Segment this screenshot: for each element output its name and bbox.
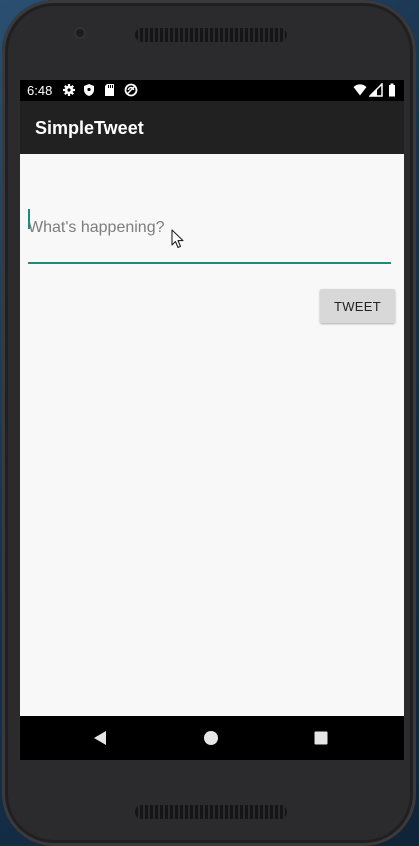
mouse-pointer-icon (171, 229, 184, 249)
bottom-speaker-grille (135, 805, 287, 819)
nav-home-button[interactable] (181, 716, 241, 760)
app-toolbar: SimpleTweet (20, 101, 404, 154)
tweet-button[interactable]: TWEET (320, 289, 395, 323)
status-bar: 6:48 (20, 80, 404, 101)
system-navigation-bar (20, 716, 404, 760)
wifi-icon (353, 84, 367, 96)
battery-icon (389, 83, 395, 97)
sync-icon (124, 83, 138, 97)
nav-recents-button[interactable] (291, 716, 351, 760)
status-time: 6:48 (27, 83, 53, 98)
phone-screen: 6:48 SimpleTweet What's happening? TWEET (20, 80, 404, 760)
nav-back-button[interactable] (70, 716, 130, 760)
front-camera (74, 27, 86, 39)
compose-screen: TWEET (20, 154, 404, 716)
sd-card-icon (105, 84, 114, 96)
phone-frame: 6:48 SimpleTweet What's happening? TWEET (2, 0, 416, 846)
home-icon (204, 731, 218, 745)
signal-icon (369, 83, 383, 97)
text-caret (28, 209, 30, 229)
settings-icon (63, 84, 75, 96)
top-speaker-grille (135, 28, 287, 42)
app-title: SimpleTweet (35, 118, 144, 138)
back-icon (94, 731, 106, 745)
compose-tweet-input[interactable] (28, 206, 391, 264)
shield-icon (84, 84, 94, 96)
recents-icon (314, 731, 328, 745)
